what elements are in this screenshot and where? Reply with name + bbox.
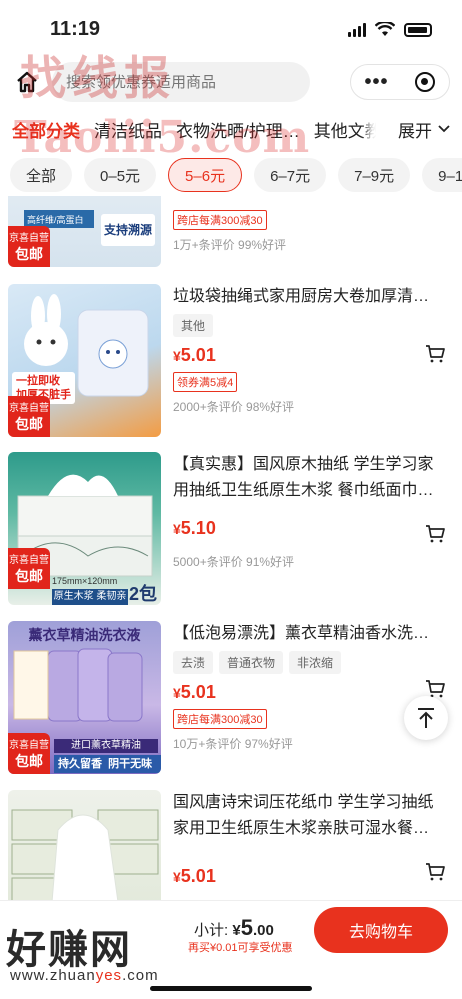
product-tags: 其他 [173, 314, 448, 337]
price-filter-row: 全部 0–5元 5–6元 6–7元 7–9元 9–11元 [0, 152, 462, 198]
jd-self-operated-badge: 京喜自营 包邮 [8, 226, 50, 267]
add-to-cart-icon[interactable] [424, 342, 446, 364]
promo-badge: 跨店每满300减30 [173, 709, 267, 729]
subtotal-amount: ¥5.00 [232, 915, 274, 940]
price-filter-6-7[interactable]: 6–7元 [254, 158, 327, 192]
product-image: 薰衣草精油洗衣液 进口薰衣草精油 持久留香 阴干无味 京喜自营 包邮 [8, 621, 161, 774]
product-tag: 去渍 [173, 651, 214, 674]
product-list: 高纤维/高蛋白 支持溯源 京喜自营 包邮 跨店每满300减30 1万+条评价 99… [0, 196, 462, 902]
subtotal: 小计: ¥5.00 [194, 915, 274, 941]
arrow-up-icon [418, 708, 434, 728]
product-title: 垃圾袋抽绳式家用厨房大卷加厚清… [173, 288, 430, 305]
jd-self-operated-badge: 京喜自营 包邮 [8, 733, 50, 774]
add-to-cart-icon[interactable] [424, 860, 446, 882]
jd-self-operated-badge: 京喜自营 包邮 [8, 396, 50, 437]
product-tag: 非浓缩 [289, 651, 342, 674]
status-bar: 11:19 [0, 0, 462, 58]
product-info: 跨店每满300减30 1万+条评价 99%好评 [173, 196, 448, 267]
product-item[interactable]: 一拉即收 加厚不脏手 京喜自营 包邮 垃圾袋抽绳式家用厨房大卷加厚清… 其他 ¥5.… [0, 284, 462, 440]
thumb-dimension: 175mm×120mm [52, 576, 118, 586]
review-meta: 10万+条评价 97%好评 [173, 737, 293, 751]
promo-badge: 领券满5减4 [173, 372, 238, 392]
product-image: 一拉即收 加厚不脏手 京喜自营 包邮 [8, 284, 161, 437]
thumb-badge: 支持溯源 [101, 214, 155, 246]
poetry-tissue-illustration [11, 809, 159, 902]
watermark-url: www.zhuanyes.com [10, 967, 159, 984]
status-icons [348, 22, 432, 37]
status-time: 11:19 [50, 18, 101, 40]
home-icon[interactable] [12, 67, 42, 97]
product-image [8, 790, 161, 902]
product-price: ¥5.01 [173, 345, 216, 365]
review-meta: 5000+条评价 91%好评 [173, 555, 295, 569]
category-tabs: 全部分类 清洁纸品 衣物洗晒/护理… 其他文教⊻ 展开 [0, 106, 462, 152]
close-miniprogram-icon[interactable] [415, 72, 436, 92]
more-icon[interactable]: ••• [364, 72, 388, 92]
product-info: 【真实惠】国风原木抽纸 学生学习家用抽纸卫生纸原生木浆 餐巾纸面巾… ¥5.10… [173, 452, 448, 605]
promo-badge: 跨店每满300减30 [173, 210, 267, 230]
product-tag: 其他 [173, 314, 214, 337]
cellular-signal-icon [348, 22, 366, 37]
cart-footer: 好赚网 www.zhuanyes.com 小计: ¥5.00 再买¥0.01可享… [0, 900, 462, 999]
price-filter-5-6[interactable]: 5–6元 [168, 158, 243, 192]
product-item[interactable]: 薰衣草精油洗衣液 进口薰衣草精油 持久留香 阴干无味 京喜自营 包邮 【低泡易漂洗… [0, 621, 462, 777]
price-filter-9-11[interactable]: 9–11元 [422, 158, 462, 192]
product-price: ¥5.01 [173, 866, 216, 886]
tab-cleaning-paper[interactable]: 清洁纸品 [94, 117, 162, 142]
product-item[interactable]: 国风唐诗宋词压花纸巾 学生学习抽纸家用卫生纸原生木浆亲肤可湿水餐… ¥5.01 [0, 790, 462, 902]
add-to-cart-icon[interactable] [424, 522, 446, 544]
tab-all-categories[interactable]: 全部分类 [12, 117, 80, 142]
product-info: 垃圾袋抽绳式家用厨房大卷加厚清… 其他 ¥5.01 领券满5减4 2000+条评… [173, 284, 448, 437]
product-title: 国风唐诗宋词压花纸巾 学生学习抽纸家用卫生纸原生木浆亲肤可湿水餐… [173, 794, 434, 837]
product-tag: 普通衣物 [219, 651, 284, 674]
product-tags: 去渍 普通衣物 非浓缩 [173, 651, 448, 674]
review-meta: 2000+条评价 98%好评 [173, 400, 295, 414]
product-info: 国风唐诗宋词压花纸巾 学生学习抽纸家用卫生纸原生木浆亲肤可湿水餐… ¥5.01 [173, 790, 448, 902]
review-meta: 1万+条评价 99%好评 [173, 238, 287, 252]
battery-icon [404, 22, 432, 37]
tab-laundry-care[interactable]: 衣物洗晒/护理… [176, 117, 300, 142]
price-filter-0-5[interactable]: 0–5元 [84, 158, 157, 192]
nav-bar: ••• [0, 58, 462, 106]
discount-note: 再买¥0.01可享受优惠 [188, 942, 293, 954]
chevron-down-icon [438, 125, 450, 133]
wifi-icon [375, 22, 395, 36]
product-price: ¥5.01 [173, 682, 216, 702]
product-price: ¥5.10 [173, 518, 216, 538]
product-image: 高纤维/高蛋白 支持溯源 京喜自营 包邮 [8, 196, 161, 267]
go-to-cart-button[interactable]: 去购物车 [314, 907, 448, 953]
thumb-caption: 进口薰衣草精油 [54, 739, 158, 753]
mini-program-capsule: ••• [350, 64, 450, 100]
expand-button[interactable]: 展开 [376, 106, 462, 152]
back-to-top-button[interactable] [404, 696, 448, 740]
thumb-pack-count: 2包 [128, 584, 157, 604]
product-item[interactable]: 175mm×120mm 原生木浆 柔韧亲肤 2包 京喜自营包邮 【真实惠】国风原… [0, 452, 462, 608]
search-input[interactable] [66, 73, 296, 91]
product-title: 【真实惠】国风原木抽纸 学生学习家用抽纸卫生纸原生木浆 餐巾纸面巾… [173, 456, 434, 499]
thumb-caption-2: 持久留香 阴干无味 [54, 755, 161, 773]
price-filter-all[interactable]: 全部 [10, 158, 73, 192]
subtotal-label: 小计: [194, 922, 229, 939]
product-item[interactable]: 高纤维/高蛋白 支持溯源 京喜自营 包邮 跨店每满300减30 1万+条评价 99… [0, 196, 462, 270]
product-image: 175mm×120mm 原生木浆 柔韧亲肤 2包 京喜自营包邮 [8, 452, 161, 605]
home-indicator [150, 986, 312, 991]
thumb-caption: 原生木浆 柔韧亲肤 [52, 589, 128, 605]
product-info: 【低泡易漂洗】薰衣草精油香水洗… 去渍 普通衣物 非浓缩 ¥5.01 跨店每满3… [173, 621, 448, 774]
expand-label: 展开 [398, 121, 432, 141]
jd-self-operated-badge: 京喜自营 包邮 [8, 548, 50, 589]
price-filter-7-9[interactable]: 7–9元 [338, 158, 411, 192]
search-box[interactable] [52, 62, 310, 102]
product-title: 【低泡易漂洗】薰衣草精油香水洗… [173, 625, 430, 642]
